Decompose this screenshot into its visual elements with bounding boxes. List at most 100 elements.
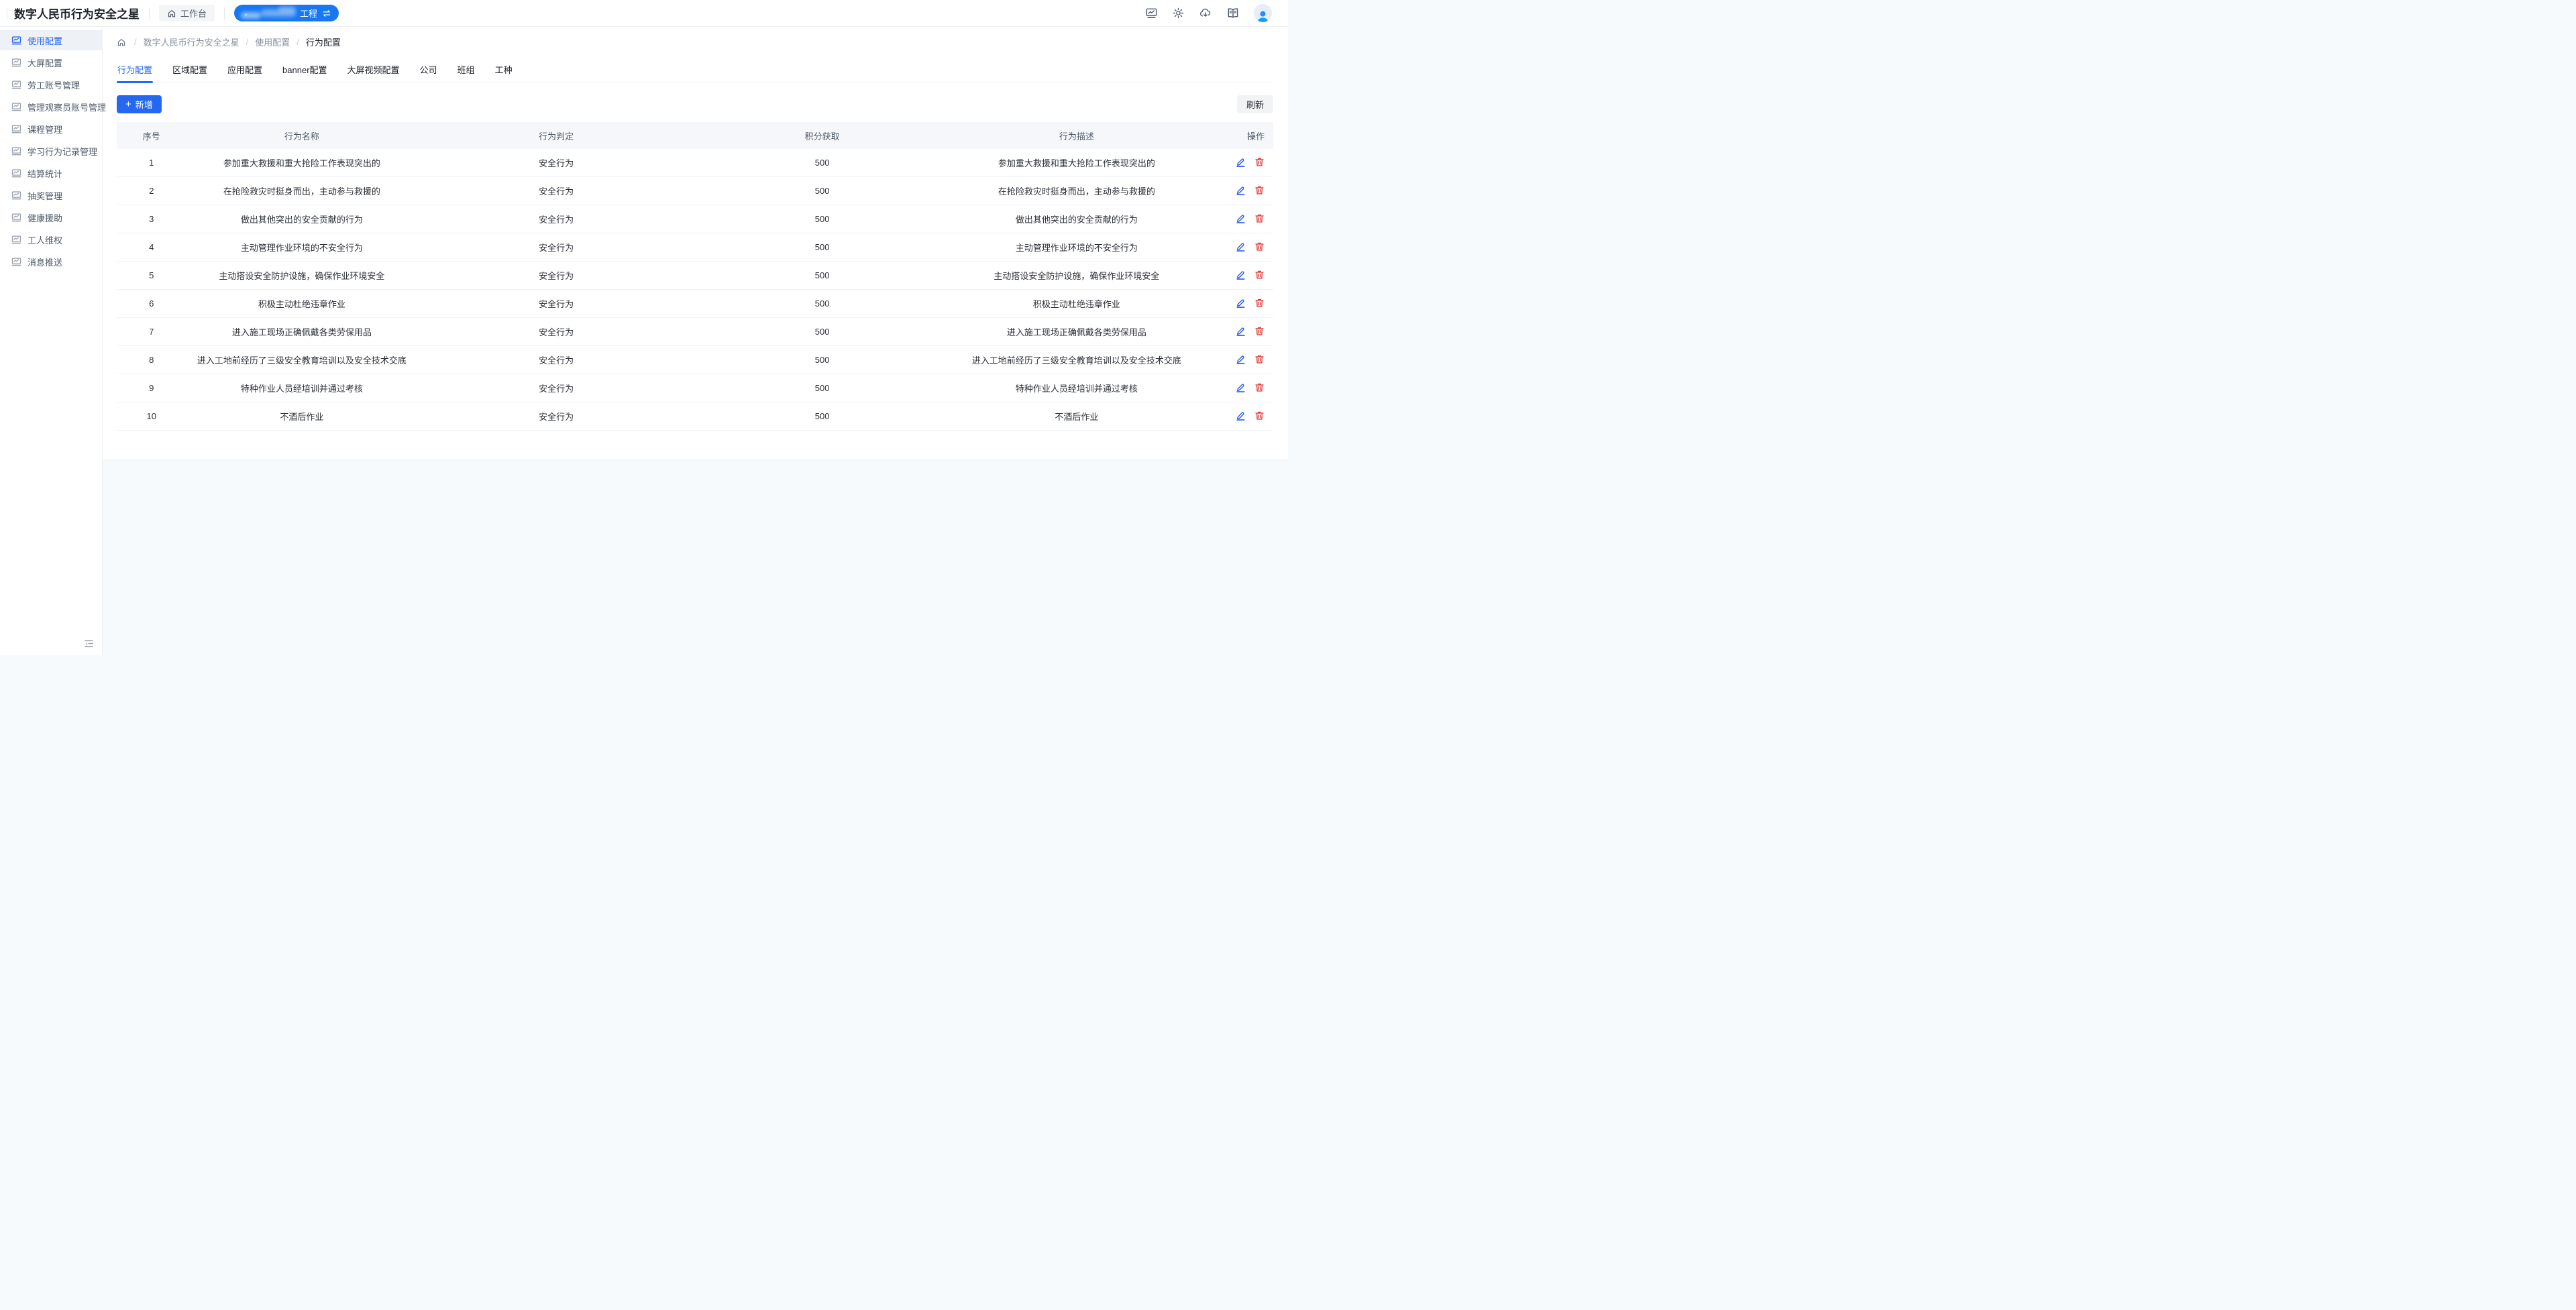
home-icon [167,9,176,18]
edit-icon[interactable] [1236,213,1246,223]
toolbar: + 新增 刷新 [117,95,1273,113]
delete-icon[interactable] [1254,213,1265,223]
col-score: 积分获取 [695,122,949,149]
cell-behavior-name: 做出其他突出的安全贡献的行为 [186,205,417,233]
settings-icon[interactable] [1172,7,1185,19]
delete-icon[interactable] [1254,382,1265,392]
cell-actions [1204,233,1273,262]
sidebar-item-label: 抽奖管理 [28,189,62,202]
tab-label: 行为配置 [117,65,152,75]
cell-behavior-name: 进入工地前经历了三级安全教育培训以及安全技术交底 [186,346,417,374]
tab-label: 公司 [420,65,437,75]
tab[interactable]: 区域配置 [172,60,208,83]
breadcrumb-item[interactable]: 数字人民币行为安全之星 [127,36,239,48]
topbar-actions [1145,4,1272,22]
refresh-button[interactable]: 刷新 [1237,95,1273,113]
user-avatar[interactable] [1254,4,1272,22]
tab[interactable]: 应用配置 [227,60,263,83]
cell-judgment: 安全行为 [417,318,695,346]
delete-icon[interactable] [1254,185,1265,195]
manual-icon[interactable] [1226,7,1240,19]
sidebar-item[interactable]: 劳工账号管理 [0,74,102,95]
collapse-sidebar-icon[interactable] [84,639,94,649]
data-board-icon [11,58,21,68]
col-actions: 操作 [1204,122,1273,149]
edit-icon[interactable] [1236,382,1246,392]
col-behavior-name: 行为名称 [186,122,417,149]
cell-behavior-name: 积极主动杜绝违章作业 [186,290,417,318]
cell-actions [1204,402,1273,431]
cell-behavior-name: 特种作业人员经培训并通过考核 [186,374,417,402]
sidebar-item-label: 大屏配置 [28,56,62,69]
tab[interactable]: 行为配置 [117,60,153,83]
data-board-icon [11,235,21,245]
sidebar-item[interactable]: 健康援助 [0,207,102,227]
cell-actions [1204,374,1273,402]
cell-actions [1204,318,1273,346]
breadcrumb-item[interactable]: 行为配置 [290,36,341,48]
sidebar-item[interactable]: 大屏配置 [0,52,102,72]
tab[interactable]: 大屏视频配置 [347,60,400,83]
delete-icon[interactable] [1254,354,1265,364]
delete-icon[interactable] [1254,411,1265,421]
delete-icon[interactable] [1254,157,1265,167]
divider [224,7,225,19]
cell-actions [1204,177,1273,205]
behavior-table: 序号 行为名称 行为判定 积分获取 行为描述 操作 1 参加重大救援和重大抢险工… [117,122,1273,431]
table-row: 6 积极主动杜绝违章作业 安全行为 500 积极主动杜绝违章作业 [117,290,1273,318]
sidebar-item-label: 使用配置 [28,34,62,47]
sidebar-item[interactable]: 课程管理 [0,119,102,139]
cell-description: 在抢险救灾时挺身而出，主动参与救援的 [949,177,1203,205]
table-row: 2 在抢险救灾时挺身而出，主动参与救援的 安全行为 500 在抢险救灾时挺身而出… [117,177,1273,205]
edit-icon[interactable] [1236,411,1246,421]
cloud-download-icon[interactable] [1199,7,1212,19]
content-card: 数字人民币行为安全之星 使用配置 行为配置 行为配置 区域配置 [103,27,1288,459]
data-board-icon [11,213,21,223]
dashboard-icon[interactable] [1145,7,1158,19]
edit-icon[interactable] [1236,185,1246,195]
add-button[interactable]: + 新增 [117,95,162,113]
edit-icon[interactable] [1236,298,1246,308]
edit-icon[interactable] [1236,270,1246,280]
sidebar-item-label: 工人维权 [28,233,62,246]
sidebar-item[interactable]: 学习行为记录管理 [0,141,102,161]
delete-icon[interactable] [1254,326,1265,336]
cell-judgment: 安全行为 [417,177,695,205]
cell-actions [1204,262,1273,290]
delete-icon[interactable] [1254,241,1265,252]
tab[interactable]: 公司 [419,60,438,83]
sidebar-item[interactable]: 结算统计 [0,163,102,183]
tab-label: 区域配置 [172,65,207,75]
breadcrumb: 数字人民币行为安全之星 使用配置 行为配置 [117,27,1273,48]
cell-judgment: 安全行为 [417,233,695,262]
cell-behavior-name: 进入施工现场正确佩戴各类劳保用品 [186,318,417,346]
cell-index: 7 [117,318,186,346]
cell-judgment: 安全行为 [417,346,695,374]
project-switcher[interactable]: , 工程 [234,5,339,21]
sidebar-item[interactable]: 使用配置 [0,30,102,50]
divider [149,7,150,19]
delete-icon[interactable] [1254,270,1265,280]
table-row: 9 特种作业人员经培训并通过考核 安全行为 500 特种作业人员经培训并通过考核 [117,374,1273,402]
tab[interactable]: banner配置 [282,60,327,83]
edit-icon[interactable] [1236,354,1246,364]
edit-icon[interactable] [1236,326,1246,336]
cell-judgment: 安全行为 [417,374,695,402]
sidebar-item[interactable]: 抽奖管理 [0,185,102,205]
sidebar-item[interactable]: 消息推送 [0,252,102,272]
sidebar-item[interactable]: 管理观察员账号管理 [0,97,102,117]
sidebar-item[interactable]: 工人维权 [0,229,102,250]
breadcrumb-item[interactable]: 使用配置 [239,36,290,48]
tab[interactable]: 班组 [457,60,476,83]
tab[interactable]: 工种 [494,60,513,83]
cell-score: 500 [695,205,949,233]
edit-icon[interactable] [1236,157,1246,167]
cell-behavior-name: 主动搭设安全防护设施，确保作业环境安全 [186,262,417,290]
edit-icon[interactable] [1236,241,1246,252]
cell-description: 参加重大救援和重大抢险工作表现突出的 [949,149,1203,177]
delete-icon[interactable] [1254,298,1265,308]
data-board-icon [11,168,21,178]
home-icon[interactable] [117,38,126,47]
cell-behavior-name: 主动管理作业环境的不安全行为 [186,233,417,262]
workbench-button[interactable]: 工作台 [159,5,215,21]
